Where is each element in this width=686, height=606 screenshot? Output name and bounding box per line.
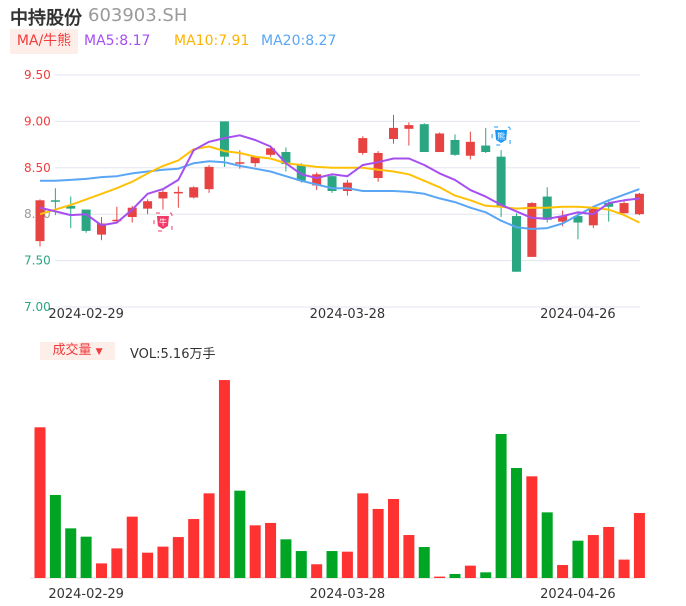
volume-bar	[295, 551, 307, 578]
volume-bar	[172, 537, 184, 578]
candle-body	[143, 201, 153, 209]
volume-bar	[572, 540, 584, 578]
candle-body	[204, 166, 214, 190]
candle-body	[158, 191, 168, 199]
candle-body	[496, 156, 506, 207]
volume-bar	[526, 476, 538, 578]
volume-bar	[541, 512, 553, 578]
marker-glyph: 牛	[159, 217, 167, 227]
volume-bar	[357, 493, 369, 578]
candle-body	[389, 127, 399, 140]
candle-body	[81, 209, 91, 231]
y-tick-label: 9.50	[24, 68, 51, 82]
volume-bar	[557, 565, 569, 578]
volume-bar	[95, 563, 107, 578]
volume-bar	[341, 551, 353, 578]
volume-bar	[510, 468, 522, 578]
candle-body	[435, 133, 445, 153]
candle-body	[511, 216, 521, 272]
x-tick-label: 2024-04-26	[540, 307, 616, 322]
bull-marker-icon: 牛	[153, 212, 173, 232]
x-tick-label: 2024-02-29	[48, 307, 124, 322]
volume-bar	[311, 564, 323, 578]
volume-bar	[372, 508, 384, 578]
volume-bar	[326, 551, 338, 578]
volume-bar	[480, 572, 492, 578]
volume-bar	[495, 433, 507, 578]
volume-bar	[49, 494, 61, 578]
volume-bar	[403, 535, 415, 578]
y-tick-label: 9.00	[24, 114, 51, 128]
candle-body	[419, 124, 429, 153]
candle-body	[235, 162, 245, 164]
y-tick-label: 8.50	[24, 161, 51, 175]
y-tick-label: 7.50	[24, 254, 51, 268]
volume-bar	[587, 535, 599, 578]
volume-bar	[280, 539, 292, 578]
candle-body	[634, 193, 644, 215]
volume-bar	[418, 547, 430, 578]
volume-bar	[449, 573, 461, 578]
volume-bar	[618, 559, 630, 578]
volume-bar	[633, 512, 645, 578]
volume-bar	[388, 498, 400, 578]
candle-body	[465, 141, 475, 156]
volume-bar	[434, 576, 446, 578]
volume-bar	[249, 525, 261, 578]
volume-bar	[111, 548, 123, 578]
volume-bar	[218, 380, 230, 578]
volume-bar	[265, 522, 277, 578]
marker-glyph: 熊	[497, 131, 505, 141]
volume-bar	[464, 565, 476, 578]
volume-x-tick-label: 2024-03-28	[310, 587, 386, 602]
volume-bar	[142, 552, 154, 578]
candle-body	[481, 145, 491, 153]
volume-bar	[80, 536, 92, 578]
candle-body	[35, 200, 45, 242]
candle-body	[358, 138, 368, 153]
volume-x-tick-label: 2024-02-29	[48, 587, 124, 602]
candle-body	[189, 187, 199, 198]
volume-bar	[603, 526, 615, 578]
volume-bar	[188, 519, 200, 578]
volume-bar	[34, 427, 46, 578]
candle-body	[173, 191, 183, 194]
volume-x-tick-label: 2024-04-26	[540, 587, 616, 602]
volume-bar	[65, 528, 77, 578]
y-tick-label: 7.00	[24, 300, 51, 314]
volume-bar	[126, 516, 138, 578]
volume-bar	[203, 493, 215, 578]
candle-body	[404, 125, 414, 129]
candle-body	[450, 139, 460, 155]
bear-marker-icon: 熊	[491, 126, 511, 146]
candle-body	[373, 152, 383, 179]
volume-bar	[234, 490, 246, 578]
volume-bar	[157, 546, 169, 578]
kline-chart[interactable]: 9.509.008.508.007.507.002024-02-292024-0…	[0, 0, 686, 606]
candle-body	[619, 203, 629, 214]
candle-body	[50, 200, 60, 202]
x-tick-label: 2024-03-28	[310, 307, 386, 322]
